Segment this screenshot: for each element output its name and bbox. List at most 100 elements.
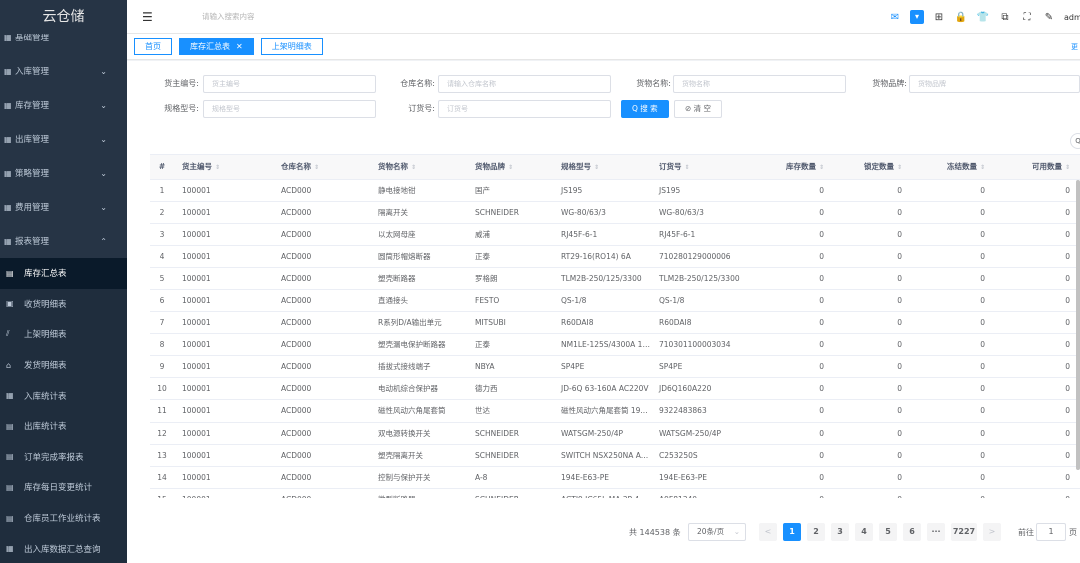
fullscreen-icon[interactable]: ⛶ [1016,12,1038,23]
col-warehouse[interactable]: 仓库名称 ⇕ [273,155,370,180]
mail-icon[interactable]: ✉ [884,12,906,23]
clear-button[interactable]: ⊘ 清 空 [674,100,723,118]
page-button[interactable]: 1 [783,523,801,541]
sidebar-item-order-completion[interactable]: ▤ 订单完成率报表 [0,441,127,473]
tab-putaway-detail[interactable]: 上架明细表 [260,38,323,55]
sidebar-item-inventory-summary[interactable]: ▤ 库存汇总表 [0,258,127,289]
col-stock-qty[interactable]: 库存数量 ⇕ [755,155,834,180]
prev-page-button[interactable]: < [759,523,777,541]
menu-reports[interactable]: ▦ 报表管理 ⌃ [0,224,127,258]
sort-icon[interactable]: ⇕ [508,164,513,171]
hamburger-menu-icon[interactable]: ☰ [142,10,156,24]
table-row[interactable]: 5 100001 ACD000 塑壳断路器 罗格朗 TLM2B-250/125/3300 T… [150,267,1080,290]
sidebar-item-shipping-detail[interactable]: ⌂ 发货明细表 [0,349,127,381]
sidebar-item-putaway-detail[interactable]: ⫽ 上架明细表 [0,319,127,350]
sidebar-item-outbound-stats[interactable]: ▤ 出库统计表 [0,410,127,442]
warehouse-input[interactable]: 请输入仓库名称 [438,75,611,93]
table-row[interactable]: 15100001ACD000微型断路器SCHNEIDERACTI9 IC65L … [150,488,1080,498]
sort-icon[interactable]: ⇕ [1065,164,1070,171]
table-cell: JD6Q160A220 [651,377,755,401]
brand-input[interactable]: 货物品牌 [909,75,1080,93]
owner-code-input[interactable]: 货主编号 [203,75,376,93]
sort-icon[interactable]: ⇕ [314,164,319,171]
user-name[interactable]: admin [1064,13,1080,22]
table-row[interactable]: 14 100001 ACD000 控制与保护开关 A-8 194E-E63-PE 194E-… [150,466,1080,489]
tab-inventory-summary[interactable]: 库存汇总表 ✕ [179,38,254,55]
goods-name-input[interactable]: 货物名称 [673,75,846,93]
table-cell: 0 [912,488,995,498]
sort-icon[interactable]: ⇕ [819,164,824,171]
spec-input[interactable]: 规格型号 [203,100,376,118]
table-row[interactable]: 12 100001 ACD000 双电源转换开关 SCHNEIDER WATSGM-250… [150,422,1080,445]
screen-icon[interactable]: ⊞ [928,12,950,23]
lock-icon[interactable]: 🔒 [950,12,972,23]
col-spec[interactable]: 规格型号 ⇕ [553,155,651,180]
table-row[interactable]: 7 100001 ACD000 R系列D/A输出单元 MITSUBI R60DAI8 R60… [150,311,1080,335]
order-no-input[interactable]: 订货号 [438,100,611,118]
sort-icon[interactable]: ⇕ [594,164,599,171]
col-goods-name[interactable]: 货物名称 ⇕ [370,155,467,180]
sort-icon[interactable]: ⇕ [215,164,220,171]
table-cell: 100001 [174,311,273,335]
header-toolbar: ✉ ▾ ⊞ 🔒 👕 ⧉ ⛶ ✎ admin [884,0,1080,34]
col-label: 冻结数量 [946,162,977,172]
table-row[interactable]: 2 100001 ACD000 隔离开关 SCHNEIDER WG-80/63/3 WG-8… [150,201,1080,224]
table-row[interactable]: 10 100001 ACD000 电动机综合保护器 德力西 JD-6Q 63-160A A… [150,377,1080,401]
last-page-button[interactable]: 7227 [951,523,977,541]
table-cell: 10 [150,377,174,401]
page-size-select[interactable]: 20条/页 ⌄ [688,523,746,541]
search-button[interactable]: Q 搜 索 [621,100,669,118]
sort-icon[interactable]: ⇕ [897,164,902,171]
sidebar-item-io-summary-query[interactable]: ▦ 出入库数据汇总查询 [0,533,127,563]
sidebar-item-staff-work-stats[interactable]: ▤ 仓库员工作业统计表 [0,502,127,534]
menu-outbound[interactable]: ▦ 出库管理 ⌄ [0,122,127,156]
tab-more[interactable]: 更 [1071,42,1078,52]
sort-icon[interactable]: ⇕ [685,164,690,171]
menu-fees[interactable]: ▦ 费用管理 ⌄ [0,190,127,224]
theme-shirt-icon[interactable]: 👕 [972,12,994,23]
goto-page-input[interactable]: 1 [1036,523,1066,541]
sidebar-item-receiving-detail[interactable]: ▣ 收货明细表 [0,288,127,320]
sort-icon[interactable]: ⇕ [411,164,416,171]
table-cell: 100001 [174,245,273,268]
table-cell: 0 [912,466,995,489]
menu-inventory[interactable]: ▦ 库存管理 ⌄ [0,88,127,122]
header-search-input[interactable]: 请输入搜索内容 [202,11,255,22]
menu-label: 费用管理 [15,203,50,213]
col-available-qty[interactable]: 可用数量 ⇕ [995,155,1080,180]
sidebar-item-inbound-stats[interactable]: ▦ 入库统计表 [0,380,127,411]
brush-icon[interactable]: ✎ [1038,12,1060,23]
table-row[interactable]: 8 100001 ACD000 塑壳漏电保护断路器 正泰 NM1LE-125S/4300A… [150,333,1080,357]
refresh-icon[interactable]: Q [1070,133,1080,149]
table-row[interactable]: 9 100001 ACD000 插拔式接线端子 NBYA SP4PE SP4PE 0 0 0 0 [150,355,1080,379]
sidebar-item-daily-inventory-change[interactable]: ▤ 库存每日变更统计 [0,472,127,503]
layout-icon[interactable]: ⧉ [994,12,1016,23]
close-icon[interactable]: ✕ [236,42,243,51]
col-brand[interactable]: 货物品牌 ⇕ [467,155,553,180]
sort-icon[interactable]: ⇕ [980,164,985,171]
page-button[interactable]: 5 [879,523,897,541]
page-button[interactable]: 3 [831,523,849,541]
col-order-no[interactable]: 订货号 ⇕ [651,155,755,180]
menu-inbound[interactable]: ▦ 入库管理 ⌄ [0,54,127,88]
table-row[interactable]: 1 100001 ACD000 静电接地钳 国产 JS195 JS195 0 0 0 0 [150,179,1080,202]
table-cell: 0 [995,488,1080,498]
page-button[interactable]: 2 [807,523,825,541]
table-scrollbar[interactable] [1076,180,1080,470]
more-pages-button[interactable]: ··· [927,523,945,541]
page-button[interactable]: 6 [903,523,921,541]
table-row[interactable]: 3 100001 ACD000 以太网母座 威浦 RJ45F-6-1 RJ45F-6-1 0 0… [150,223,1080,246]
table-row[interactable]: 6 100001 ACD000 直通接头 FESTO QS-1/8 QS-1/8 0 0 0 0 [150,289,1080,313]
chevron-down-icon: ⌄ [100,100,107,110]
col-locked-qty[interactable]: 锁定数量 ⇕ [834,155,912,180]
notification-icon[interactable]: ▾ [910,10,924,24]
tab-home[interactable]: 首页 [134,38,172,55]
table-row[interactable]: 4 100001 ACD000 圆筒形帽熔断器 正泰 RT29-16(RO14) 6A 71… [150,245,1080,268]
col-frozen-qty[interactable]: 冻结数量 ⇕ [912,155,995,180]
next-page-button[interactable]: > [983,523,1001,541]
page-button[interactable]: 4 [855,523,873,541]
table-row[interactable]: 11 100001 ACD000 磁性风动六角尾套筒 世达 磁性风动六角尾套筒 19...… [150,399,1080,423]
menu-strategy[interactable]: ▦ 策略管理 ⌄ [0,156,127,190]
table-row[interactable]: 13 100001 ACD000 塑壳隔离开关 SCHNEIDER SWITCH NSX2… [150,444,1080,467]
col-owner-code[interactable]: 货主编号 ⇕ [174,155,273,180]
